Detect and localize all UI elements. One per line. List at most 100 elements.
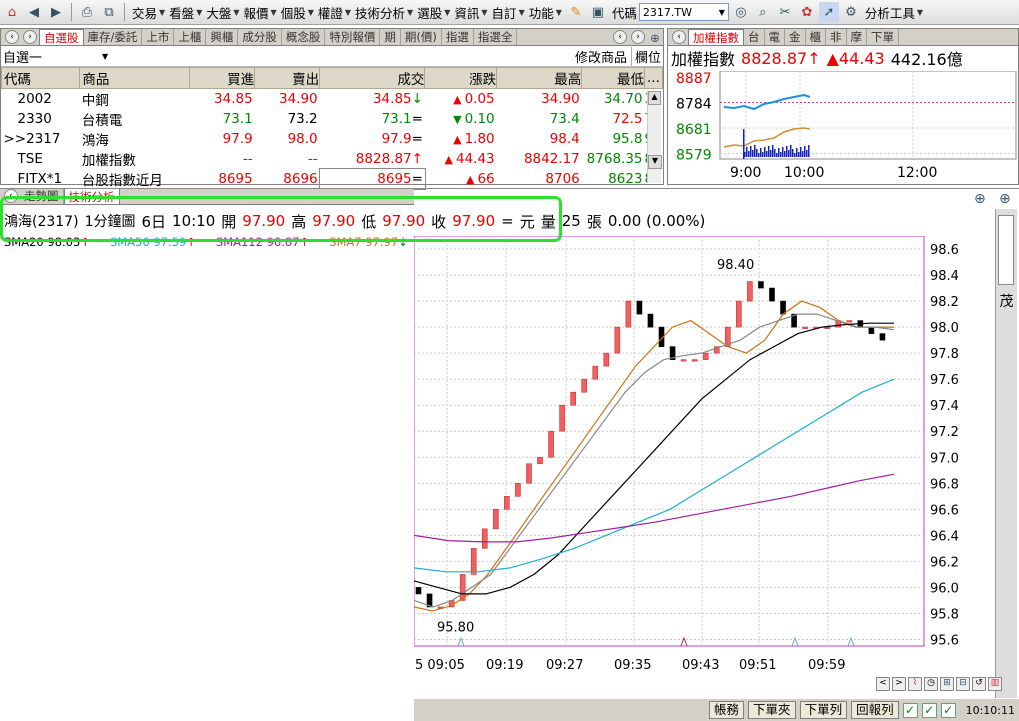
- bars-icon[interactable]: ▥: [988, 677, 1002, 691]
- menu-item[interactable]: 大盤 ▼: [204, 2, 241, 22]
- tab-prev-icon[interactable]: ‹: [4, 189, 18, 203]
- quote-tab[interactable]: 上櫃: [174, 29, 207, 45]
- clock-icon[interactable]: ◷: [924, 677, 938, 691]
- scroll-right-icon[interactable]: >: [892, 677, 906, 691]
- tab-next-icon[interactable]: ›: [23, 30, 37, 44]
- index-tab[interactable]: 非: [826, 29, 847, 45]
- bid-cell: 97.9: [222, 131, 253, 147]
- quote-tab[interactable]: 上市: [142, 29, 175, 45]
- column-header[interactable]: 商品: [79, 67, 191, 89]
- menu-item[interactable]: 報價 ▼: [242, 2, 279, 22]
- scroll-up-icon[interactable]: ▲: [648, 91, 661, 105]
- quote-tab[interactable]: 興櫃: [206, 29, 239, 45]
- checkbox-icon[interactable]: ✓: [921, 702, 937, 718]
- column-header[interactable]: 代碼: [0, 67, 81, 89]
- quote-tab[interactable]: 特別報價: [325, 29, 381, 45]
- chart-tab[interactable]: 走勢圖: [20, 189, 64, 204]
- list-selector[interactable]: 自選一 ▼: [3, 47, 108, 66]
- quote-tab[interactable]: 指選: [442, 29, 474, 45]
- chart-tab[interactable]: 技術分析: [63, 189, 120, 204]
- menu-item[interactable]: 資訊 ▼: [452, 2, 489, 22]
- zoom-icon[interactable]: ⊕: [974, 191, 986, 207]
- quote-tab[interactable]: 期: [380, 29, 401, 45]
- candle: [691, 359, 698, 362]
- index-tab[interactable]: 加權指數: [688, 29, 744, 45]
- home-icon[interactable]: ⌂: [2, 2, 22, 22]
- table-row[interactable]: TSE加權指數----8828.87↑▲44.438842.178768.358…: [2, 149, 663, 169]
- status-button[interactable]: 下單列: [799, 701, 848, 719]
- index-tab[interactable]: 台: [744, 29, 765, 45]
- zoom-icon[interactable]: ⊕: [999, 191, 1011, 207]
- index-tab[interactable]: 電: [765, 29, 785, 45]
- status-button[interactable]: 回報列: [851, 701, 899, 719]
- column-header[interactable]: 賣出: [254, 67, 321, 89]
- menu-item[interactable]: 功能 ▼: [527, 2, 564, 22]
- index-tab[interactable]: 下單: [867, 29, 899, 45]
- checkbox-icon[interactable]: ✓: [940, 702, 956, 718]
- back-icon[interactable]: ◀: [24, 2, 44, 22]
- pencil-icon[interactable]: ✎: [566, 2, 586, 22]
- chart-type-icon[interactable]: ⌇: [908, 677, 922, 691]
- column-button[interactable]: 欄位: [630, 46, 661, 66]
- table-row[interactable]: FITX*1台股指數近月869586968695=▲66870686238.: [2, 168, 663, 190]
- scroll-down-icon[interactable]: ▼: [648, 155, 662, 169]
- shrink-icon[interactable]: ⊟: [956, 677, 970, 691]
- change-cell: ▼ 0.10: [425, 109, 497, 129]
- tab-prev-icon[interactable]: ‹: [672, 30, 686, 44]
- quote-tab[interactable]: 庫存/委託: [84, 29, 143, 45]
- analysis-tools-menu[interactable]: 分析工具 ▼: [863, 2, 925, 22]
- quote-tab[interactable]: 指選全: [474, 29, 518, 45]
- undo-icon[interactable]: ↺: [972, 677, 986, 691]
- quote-tab[interactable]: 期(價): [401, 29, 442, 45]
- status-button[interactable]: 下單夾: [748, 701, 796, 719]
- tab-left-icon[interactable]: ‹: [613, 30, 627, 44]
- quote-tab[interactable]: 自選股: [39, 29, 84, 45]
- index-value: 8828.87↑: [741, 49, 821, 68]
- column-header[interactable]: 最高: [496, 67, 583, 89]
- binoculars-icon[interactable]: ◎: [731, 2, 751, 22]
- tools-icon[interactable]: ✂: [775, 2, 795, 22]
- candle: [504, 496, 510, 510]
- status-button[interactable]: 帳務: [709, 701, 745, 719]
- analysis-tools-icon[interactable]: ⚙: [841, 2, 861, 22]
- column-header[interactable]: 漲跌: [424, 67, 498, 89]
- quote-tab[interactable]: 概念股: [282, 29, 326, 45]
- print-icon[interactable]: ⎙: [77, 2, 97, 22]
- index-tab[interactable]: 金: [785, 29, 806, 45]
- table-row[interactable]: 2002中鋼34.8534.9034.85↓▲0.0534.9034.703.: [2, 89, 663, 109]
- stamp-icon[interactable]: ✿: [797, 2, 817, 22]
- tab-right-icon[interactable]: ›: [631, 30, 645, 44]
- note-icon[interactable]: ▣: [588, 2, 608, 22]
- column-header[interactable]: 成交: [319, 67, 426, 89]
- menu-item[interactable]: 技術分析 ▼: [353, 2, 415, 22]
- scroll-left-icon[interactable]: <: [876, 677, 890, 691]
- code-input[interactable]: 2317.TW ▼: [638, 3, 729, 21]
- popout-icon[interactable]: ⧉: [99, 2, 119, 22]
- table-row[interactable]: >>2317鴻海97.998.097.9=▲1.8098.495.89.: [2, 129, 663, 149]
- edit-symbols-button[interactable]: 修改商品: [575, 47, 627, 66]
- menu-item[interactable]: 交易 ▼: [130, 2, 167, 22]
- quote-tab[interactable]: 成分股: [238, 29, 282, 45]
- search-icon[interactable]: ⌕: [753, 2, 773, 22]
- zoom-icon[interactable]: ⊕: [647, 31, 663, 45]
- tab-prev-icon[interactable]: ‹: [5, 30, 19, 44]
- quote-scrollbar[interactable]: ▲ ▼: [647, 91, 662, 183]
- column-header[interactable]: 最低: [581, 67, 645, 89]
- table-row[interactable]: 2330台積電73.173.273.1=▼0.1073.472.57.: [2, 109, 663, 129]
- menu-item[interactable]: 看盤 ▼: [167, 2, 204, 22]
- menu-item[interactable]: 自訂 ▼: [490, 2, 527, 22]
- high-cell: 8842.17: [523, 151, 580, 167]
- checkbox-icon[interactable]: ✓: [902, 702, 918, 718]
- index-tab[interactable]: 櫃: [806, 29, 826, 45]
- menu-item[interactable]: 權證 ▼: [316, 2, 353, 22]
- column-header[interactable]: 買進: [189, 67, 256, 89]
- column-header[interactable]: ...: [644, 67, 663, 89]
- forward-icon[interactable]: ▶: [46, 2, 66, 22]
- chevron-down-icon[interactable]: ▼: [719, 8, 725, 17]
- menu-item[interactable]: 選股 ▼: [415, 2, 452, 22]
- cursor-icon[interactable]: ➚: [818, 2, 839, 22]
- fit-icon[interactable]: ⊞: [940, 677, 954, 691]
- index-tab[interactable]: 摩: [847, 29, 867, 45]
- volume-bar: [764, 147, 766, 157]
- menu-item[interactable]: 個股 ▼: [279, 2, 316, 22]
